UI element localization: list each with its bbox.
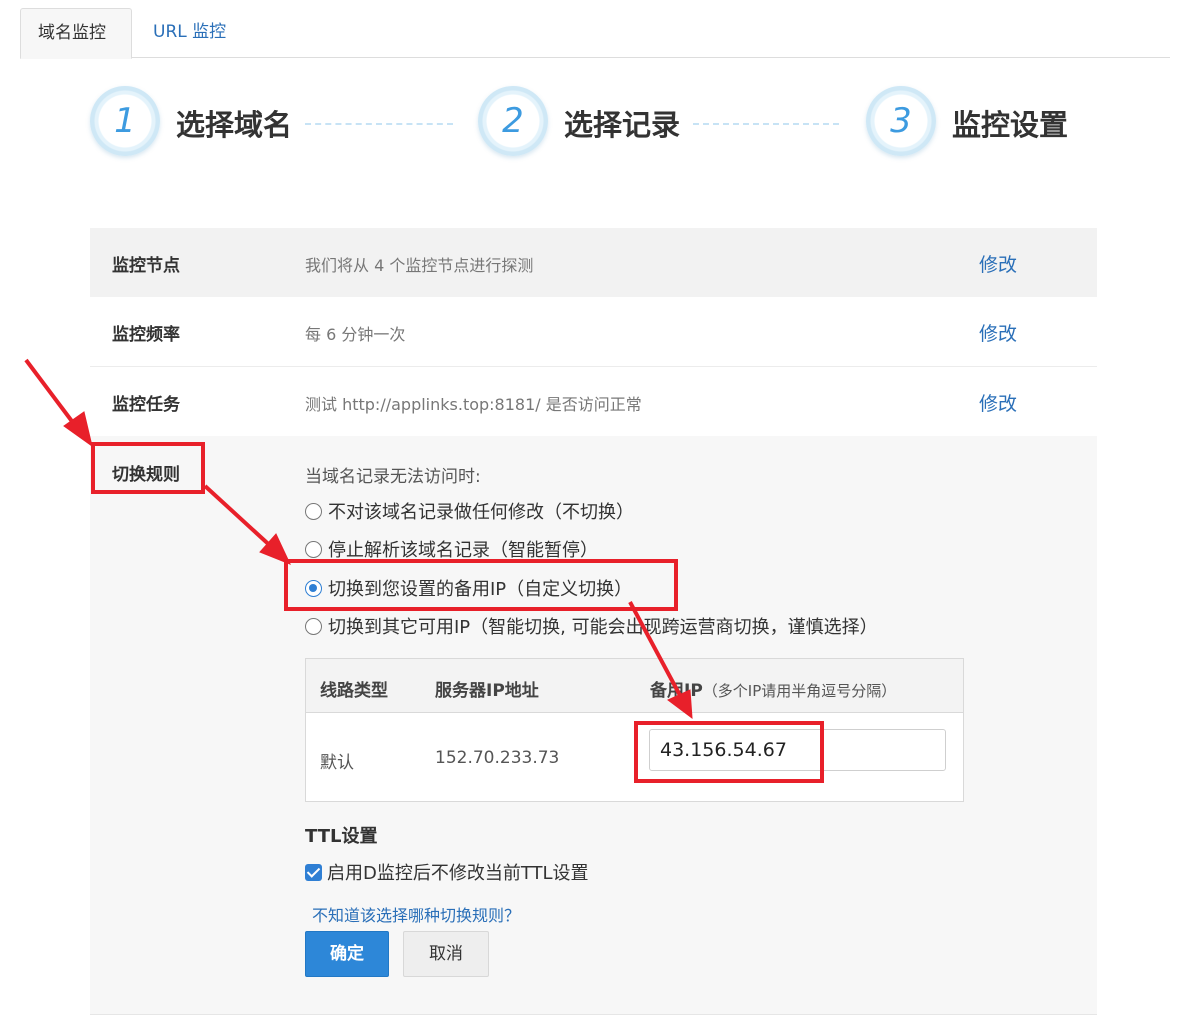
monitor-settings-panel: 监控节点 我们将从 4 个监控节点进行探测 修改 监控频率 每 6 分钟一次 修… (90, 228, 1097, 1015)
confirm-button[interactable]: 确定 (305, 931, 389, 977)
ttl-checkbox[interactable] (305, 864, 322, 881)
radio-button[interactable] (305, 541, 322, 558)
annotation-box-backup-ip (634, 721, 824, 783)
setting-row-frequency: 监控频率 每 6 分钟一次 修改 (90, 297, 1097, 367)
setting-label: 监控任务 (112, 395, 180, 415)
tab-bar: 域名监控 URL 监控 (20, 8, 1170, 59)
ttl-checkbox-row[interactable]: 启用D监控后不修改当前TTL设置 (305, 859, 589, 885)
radio-label: 不对该域名记录做任何修改（不切换） (328, 502, 634, 523)
backup-ip-header-label: 备用IP (650, 681, 703, 701)
table-header: 线路类型 服务器IP地址 备用IP（多个IP请用半角逗号分隔） (306, 659, 963, 713)
radio-option-smart-switch[interactable]: 切换到其它可用IP（智能切换, 可能会出现跨运营商切换，谨慎选择） (305, 613, 878, 638)
annotation-box-custom-ip-option (284, 559, 678, 611)
step-connector (305, 123, 453, 125)
step-number: 3 (890, 101, 912, 141)
setting-row-task: 监控任务 测试 http://applinks.top:8181/ 是否访问正常… (90, 367, 1097, 437)
radio-button[interactable] (305, 503, 322, 520)
step-number: 2 (502, 101, 524, 141)
radio-label: 停止解析该域名记录（智能暂停） (328, 540, 598, 561)
tab-url-monitor[interactable]: URL 监控 (136, 8, 243, 59)
setting-value: 我们将从 4 个监控节点进行探测 (305, 256, 534, 275)
step-label: 选择域名 (176, 108, 293, 142)
setting-value: 每 6 分钟一次 (305, 325, 406, 344)
cell-server-ip: 152.70.233.73 (435, 748, 560, 768)
annotation-box-switch-rule (91, 442, 205, 494)
edit-task-link[interactable]: 修改 (979, 389, 1017, 416)
setting-row-nodes: 监控节点 我们将从 4 个监控节点进行探测 修改 (90, 228, 1097, 298)
column-header-line-type: 线路类型 (320, 681, 388, 701)
cell-line-type: 默认 (320, 753, 354, 773)
switch-rule-help-link[interactable]: 不知道该选择哪种切换规则？ (312, 902, 520, 926)
setting-label: 监控节点 (112, 256, 180, 276)
radio-button[interactable] (305, 618, 322, 635)
cancel-button[interactable]: 取消 (403, 931, 489, 977)
ttl-settings-title: TTL设置 (305, 826, 378, 847)
backup-ip-header-hint: （多个IP请用半角逗号分隔） (702, 682, 897, 700)
step-number: 1 (114, 101, 136, 141)
arrow-icon (24, 358, 93, 448)
radio-option-pause[interactable]: 停止解析该域名记录（智能暂停） (305, 536, 598, 561)
switch-rule-prompt: 当域名记录无法访问时: (305, 467, 481, 487)
step-connector (693, 123, 839, 125)
column-header-server-ip: 服务器IP地址 (435, 681, 539, 701)
tab-domain-monitor[interactable]: 域名监控 (20, 8, 132, 59)
radio-label: 切换到其它可用IP（智能切换, 可能会出现跨运营商切换，谨慎选择） (328, 617, 878, 638)
wizard-stepper: 1 选择域名 2 选择记录 3 监控设置 (0, 80, 1199, 170)
column-header-backup-ip: 备用IP（多个IP请用半角逗号分隔） (650, 676, 896, 701)
radio-option-no-switch[interactable]: 不对该域名记录做任何修改（不切换） (305, 498, 634, 523)
ttl-checkbox-label: 启用D监控后不修改当前TTL设置 (327, 863, 589, 884)
switch-rule-section: 切换规则 当域名记录无法访问时: 不对该域名记录做任何修改（不切换） 停止解析该… (90, 436, 1097, 1015)
setting-value: 测试 http://applinks.top:8181/ 是否访问正常 (305, 395, 642, 414)
edit-nodes-link[interactable]: 修改 (979, 250, 1017, 277)
step-label: 选择记录 (564, 108, 681, 142)
step-label: 监控设置 (952, 108, 1069, 142)
setting-label: 监控频率 (112, 325, 180, 345)
edit-frequency-link[interactable]: 修改 (979, 319, 1017, 346)
